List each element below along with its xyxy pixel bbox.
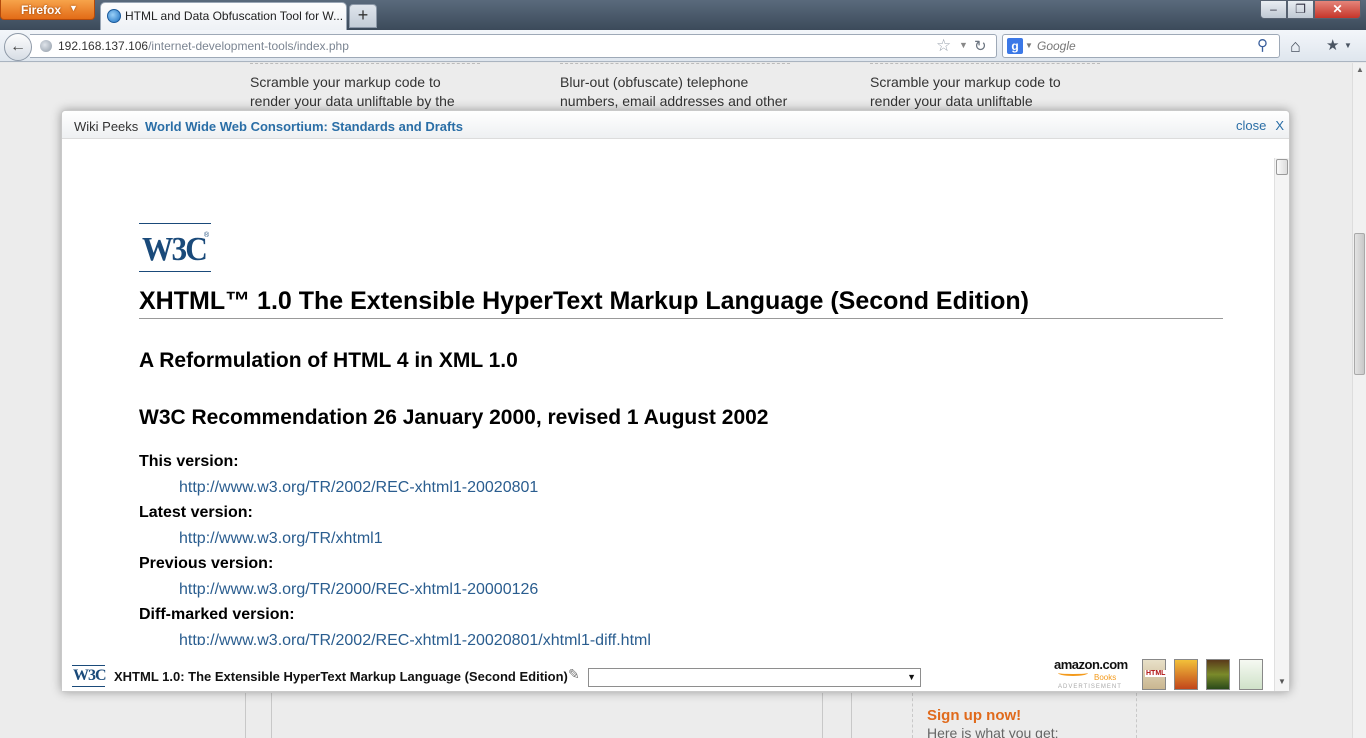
- amazon-books-label: Books: [1094, 673, 1117, 682]
- scroll-down-icon[interactable]: ▼: [1278, 677, 1286, 686]
- tab-title: HTML and Data Obfuscation Tool for W...: [125, 9, 343, 23]
- signup-subtext: Here is what you get:: [927, 725, 1059, 738]
- book-thumbnail[interactable]: [1206, 659, 1230, 690]
- chevron-down-icon: ▼: [907, 672, 916, 682]
- version-label: This version:: [139, 453, 239, 470]
- w3c-small-logo: W3C: [72, 665, 107, 687]
- new-tab-button[interactable]: +: [349, 4, 377, 28]
- column-divider: [1136, 693, 1137, 738]
- overlay-title-link[interactable]: World Wide Web Consortium: Standards and…: [145, 119, 463, 134]
- tab-active[interactable]: HTML and Data Obfuscation Tool for W...: [100, 2, 347, 30]
- version-link[interactable]: http://www.w3.org/TR/2002/REC-xhtml1-200…: [179, 479, 538, 497]
- close-window-button[interactable]: ✕: [1314, 0, 1361, 19]
- version-label: Diff-marked version:: [139, 606, 295, 623]
- home-icon[interactable]: ⌂: [1290, 36, 1301, 57]
- back-arrow-icon: ←: [10, 38, 26, 55]
- chevron-down-icon[interactable]: ▼: [1344, 41, 1352, 50]
- google-icon[interactable]: g: [1007, 38, 1023, 54]
- w3c-logo[interactable]: W3C ®: [139, 223, 211, 272]
- navigation-bar: 192.168.137.106/internet-development-too…: [0, 30, 1366, 62]
- wiki-peeks-overlay: Wiki Peeks World Wide Web Consortium: St…: [61, 110, 1290, 692]
- book-label: HTML: [1145, 670, 1167, 677]
- firefox-menu-button[interactable]: Firefox ▼: [0, 0, 95, 20]
- page-scrollbar-thumb[interactable]: [1354, 233, 1365, 375]
- document-title: XHTML™ 1.0 The Extensible HyperText Mark…: [139, 287, 1223, 319]
- title-bar: Firefox ▼ HTML and Data Obfuscation Tool…: [0, 0, 1366, 30]
- column-divider: [271, 693, 272, 738]
- url-path: /internet-development-tools/index.php: [148, 39, 349, 53]
- overlay-label: Wiki Peeks: [74, 119, 139, 134]
- book-thumbnail[interactable]: [1174, 659, 1198, 690]
- overlay-scrollbar[interactable]: ▼: [1274, 158, 1289, 691]
- document-content: W3C ® XHTML™ 1.0 The Extensible HyperTex…: [62, 140, 1273, 645]
- magnifier-icon[interactable]: ⚲: [1257, 36, 1268, 54]
- chevron-down-icon[interactable]: ▼: [959, 40, 968, 50]
- firefox-menu-label: Firefox: [21, 3, 62, 17]
- chevron-down-icon[interactable]: ▼: [1025, 41, 1033, 50]
- column-divider: [245, 693, 246, 738]
- url-text[interactable]: 192.168.137.106/internet-development-too…: [58, 39, 349, 53]
- book-thumbnail[interactable]: HTML: [1142, 659, 1167, 690]
- overlay-footer: W3C XHTML 1.0: The Extensible HyperText …: [62, 645, 1273, 691]
- teaser-text: Scramble your markup code to render your…: [870, 63, 1100, 111]
- version-link[interactable]: http://www.w3.org/TR/2000/REC-xhtml1-200…: [179, 581, 538, 599]
- footer-title: XHTML 1.0: The Extensible HyperText Mark…: [114, 669, 568, 684]
- column-divider: [822, 693, 823, 738]
- document-status: W3C Recommendation 26 January 2000, revi…: [139, 406, 769, 429]
- w3c-logo-text: W3C: [142, 231, 208, 268]
- reload-icon[interactable]: ↻: [974, 37, 987, 55]
- star-icon[interactable]: ☆: [936, 36, 951, 56]
- favicon-icon: [107, 9, 121, 23]
- book-thumbnail[interactable]: [1239, 659, 1263, 690]
- close-icon: X: [1275, 118, 1285, 133]
- amazon-smile-icon: [1058, 670, 1088, 676]
- scroll-up-icon[interactable]: ▲: [1356, 65, 1364, 74]
- teaser-text: Scramble your markup code to render your…: [250, 63, 480, 111]
- teaser-text: Blur-out (obfuscate) telephone numbers, …: [560, 63, 790, 111]
- registered-mark: ®: [204, 232, 210, 239]
- version-link[interactable]: http://www.w3.org/TR/xhtml1: [179, 530, 383, 548]
- document-subtitle: A Reformulation of HTML 4 in XML 1.0: [139, 349, 518, 372]
- globe-icon[interactable]: [40, 40, 52, 52]
- version-link[interactable]: http://www.w3.org/TR/2002/REC-xhtml1-200…: [179, 632, 651, 645]
- url-host: 192.168.137.106: [58, 39, 149, 53]
- search-input[interactable]: [1037, 37, 1247, 55]
- overlay-scrollbar-thumb[interactable]: [1276, 159, 1288, 175]
- column-divider: [851, 693, 852, 738]
- minimize-button[interactable]: –: [1260, 0, 1287, 19]
- paperclip-icon[interactable]: ✎: [568, 666, 580, 683]
- chevron-down-icon: ▼: [69, 3, 78, 13]
- overlay-close-button[interactable]: close X: [1236, 118, 1284, 133]
- bookmarks-icon[interactable]: ★: [1326, 36, 1339, 54]
- amazon-books-ad[interactable]: amazon.com Books ADVERTISEMENT: [1054, 657, 1132, 691]
- url-bar[interactable]: 192.168.137.106/internet-development-too…: [30, 34, 997, 58]
- version-label: Latest version:: [139, 504, 253, 521]
- close-label: close: [1236, 118, 1267, 133]
- advertisement-label: ADVERTISEMENT: [1058, 684, 1122, 690]
- page-scrollbar[interactable]: ▲: [1352, 63, 1366, 738]
- search-bar[interactable]: g ▼ ⚲: [1002, 34, 1280, 58]
- back-button[interactable]: ←: [4, 33, 32, 61]
- article-select[interactable]: ▼: [588, 668, 921, 687]
- version-label: Previous version:: [139, 555, 274, 572]
- overlay-header: Wiki Peeks World Wide Web Consortium: St…: [62, 111, 1289, 139]
- maximize-button[interactable]: ❐: [1287, 0, 1314, 19]
- column-divider: [912, 693, 913, 738]
- signup-link[interactable]: Sign up now!: [927, 707, 1021, 724]
